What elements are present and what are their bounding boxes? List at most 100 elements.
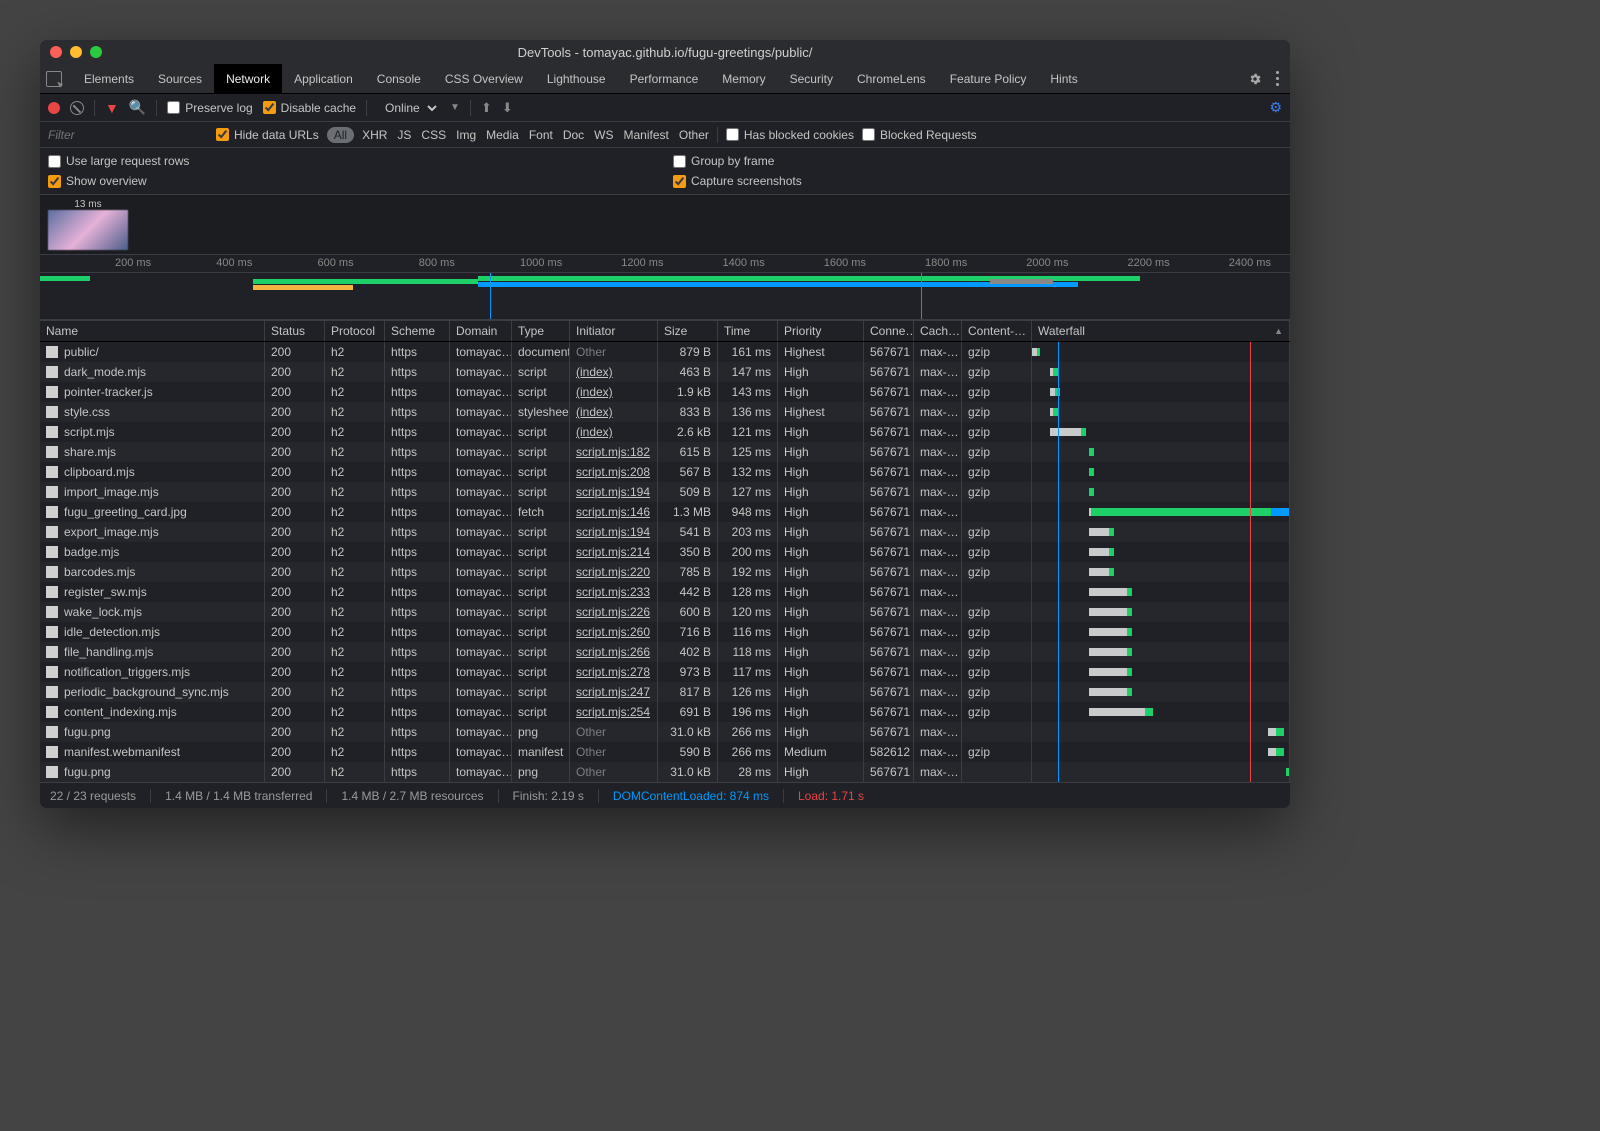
tab-hints[interactable]: Hints [1038,64,1089,93]
table-row[interactable]: fugu.png200h2httpstomayac…pngOther31.0 k… [40,762,1290,782]
table-row[interactable]: badge.mjs200h2httpstomayac…scriptscript.… [40,542,1290,562]
filter-type-manifest[interactable]: Manifest [624,128,669,142]
upload-icon[interactable]: ⬆ [481,100,492,116]
download-icon[interactable]: ⬇ [502,100,513,116]
filter-type-font[interactable]: Font [529,128,553,142]
filter-type-doc[interactable]: Doc [563,128,584,142]
tab-application[interactable]: Application [282,64,365,93]
tab-lighthouse[interactable]: Lighthouse [535,64,618,93]
initiator-link[interactable]: script.mjs:214 [576,545,650,559]
column-header[interactable]: Initiator [570,321,658,341]
column-header[interactable]: Type [512,321,570,341]
table-header[interactable]: NameStatusProtocolSchemeDomainTypeInitia… [40,320,1290,342]
tab-elements[interactable]: Elements [72,64,146,93]
filter-input[interactable] [48,128,208,142]
inspect-element-icon[interactable] [46,71,62,87]
table-row[interactable]: notification_triggers.mjs200h2httpstomay… [40,662,1290,682]
preserve-log-checkbox[interactable]: Preserve log [167,101,252,115]
table-row[interactable]: manifest.webmanifest200h2httpstomayac…ma… [40,742,1290,762]
filmstrip-thumbnail[interactable] [48,210,128,250]
table-row[interactable]: content_indexing.mjs200h2httpstomayac…sc… [40,702,1290,722]
overview-timeline[interactable]: 200 ms400 ms600 ms800 ms1000 ms1200 ms14… [40,255,1290,320]
initiator-link[interactable]: script.mjs:254 [576,705,650,719]
filter-type-css[interactable]: CSS [421,128,446,142]
initiator-link[interactable]: script.mjs:208 [576,465,650,479]
network-settings-icon[interactable]: ⚙ [1269,99,1282,116]
table-row[interactable]: barcodes.mjs200h2httpstomayac…scriptscri… [40,562,1290,582]
tab-security[interactable]: Security [778,64,845,93]
tab-performance[interactable]: Performance [618,64,711,93]
table-row[interactable]: wake_lock.mjs200h2httpstomayac…scriptscr… [40,602,1290,622]
filter-icon[interactable]: ▼ [105,100,119,116]
clear-button[interactable] [70,101,84,115]
initiator-link[interactable]: script.mjs:260 [576,625,650,639]
initiator-link[interactable]: script.mjs:247 [576,685,650,699]
initiator-link[interactable]: script.mjs:266 [576,645,650,659]
filter-type-img[interactable]: Img [456,128,476,142]
table-row[interactable]: fugu_greeting_card.jpg200h2httpstomayac…… [40,502,1290,522]
tab-sources[interactable]: Sources [146,64,214,93]
capture-screenshots-checkbox[interactable]: Capture screenshots [673,174,1282,188]
settings-gear-icon[interactable] [1248,72,1262,86]
initiator-link[interactable]: (index) [576,385,613,399]
initiator-link[interactable]: script.mjs:220 [576,565,650,579]
table-row[interactable]: file_handling.mjs200h2httpstomayac…scrip… [40,642,1290,662]
search-icon[interactable]: 🔍 [129,99,146,116]
tab-console[interactable]: Console [365,64,433,93]
throttling-select[interactable]: Online [377,98,440,118]
initiator-link[interactable]: (index) [576,425,613,439]
column-header[interactable]: Priority [778,321,864,341]
table-row[interactable]: periodic_background_sync.mjs200h2httpsto… [40,682,1290,702]
record-button[interactable] [48,102,60,114]
group-by-frame-checkbox[interactable]: Group by frame [673,154,1282,168]
table-row[interactable]: import_image.mjs200h2httpstomayac…script… [40,482,1290,502]
table-row[interactable]: share.mjs200h2httpstomayac…scriptscript.… [40,442,1290,462]
table-row[interactable]: dark_mode.mjs200h2httpstomayac…script(in… [40,362,1290,382]
initiator-link[interactable]: script.mjs:194 [576,525,650,539]
column-header[interactable]: Time [718,321,778,341]
use-large-rows-checkbox[interactable]: Use large request rows [48,154,657,168]
tab-network[interactable]: Network [214,64,282,93]
column-header[interactable]: Name [40,321,265,341]
blocked-requests-checkbox[interactable]: Blocked Requests [862,128,977,142]
tab-css-overview[interactable]: CSS Overview [433,64,535,93]
table-row[interactable]: style.css200h2httpstomayac…stylesheet(in… [40,402,1290,422]
tab-feature-policy[interactable]: Feature Policy [938,64,1039,93]
column-header[interactable]: Size [658,321,718,341]
column-header[interactable]: Domain [450,321,512,341]
tab-memory[interactable]: Memory [710,64,777,93]
filter-type-all[interactable]: All [327,127,354,143]
table-row[interactable]: fugu.png200h2httpstomayac…pngOther31.0 k… [40,722,1290,742]
initiator-link[interactable]: script.mjs:194 [576,485,650,499]
hide-data-urls-checkbox[interactable]: Hide data URLs [216,128,319,142]
disable-cache-checkbox[interactable]: Disable cache [263,101,356,115]
table-row[interactable]: public/200h2httpstomayac…documentOther87… [40,342,1290,362]
initiator-link[interactable]: Other [576,745,606,759]
filter-type-other[interactable]: Other [679,128,709,142]
column-header[interactable]: Status [265,321,325,341]
initiator-link[interactable]: Other [576,725,606,739]
more-menu-icon[interactable] [1272,71,1282,87]
filter-type-js[interactable]: JS [397,128,411,142]
has-blocked-cookies-checkbox[interactable]: Has blocked cookies [726,128,854,142]
filter-type-media[interactable]: Media [486,128,519,142]
column-header[interactable]: Protocol [325,321,385,341]
tab-chromelens[interactable]: ChromeLens [845,64,938,93]
initiator-link[interactable]: script.mjs:146 [576,505,650,519]
initiator-link[interactable]: Other [576,345,606,359]
column-header[interactable]: Content-… [962,321,1032,341]
initiator-link[interactable]: script.mjs:278 [576,665,650,679]
column-header[interactable]: Conne… [864,321,914,341]
column-header[interactable]: Waterfall▲ [1032,321,1290,341]
column-header[interactable]: Scheme [385,321,450,341]
initiator-link[interactable]: script.mjs:182 [576,445,650,459]
column-header[interactable]: Cach… [914,321,962,341]
table-row[interactable]: idle_detection.mjs200h2httpstomayac…scri… [40,622,1290,642]
filter-type-xhr[interactable]: XHR [362,128,387,142]
initiator-link[interactable]: (index) [576,365,613,379]
initiator-link[interactable]: script.mjs:226 [576,605,650,619]
initiator-link[interactable]: (index) [576,405,613,419]
table-row[interactable]: export_image.mjs200h2httpstomayac…script… [40,522,1290,542]
table-row[interactable]: clipboard.mjs200h2httpstomayac…scriptscr… [40,462,1290,482]
filter-type-ws[interactable]: WS [594,128,613,142]
